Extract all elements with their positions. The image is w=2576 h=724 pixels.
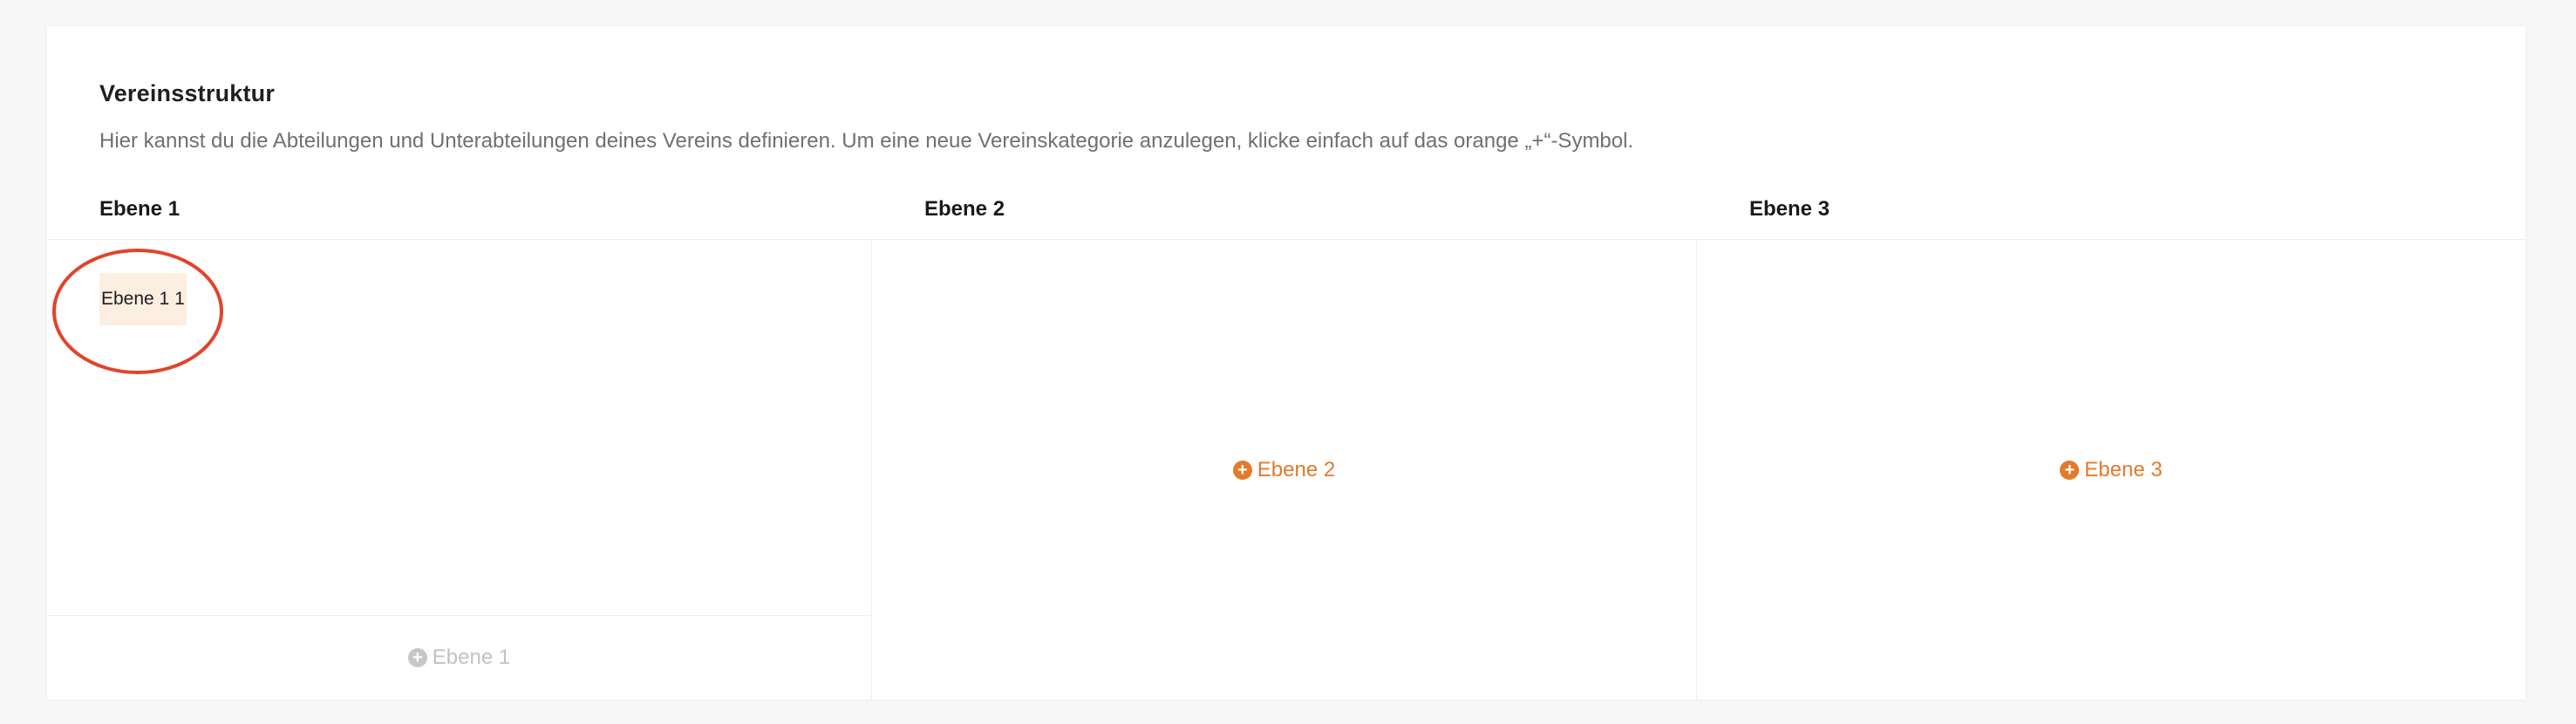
column-header-level-3: Ebene 3 [1749,197,1830,221]
add-level-1-button[interactable]: + Ebene 1 [403,642,515,673]
plus-circle-icon: + [2060,460,2080,480]
level-1-item[interactable]: Ebene 1 1 [99,273,187,325]
level-1-column: Ebene 1 1 + Ebene 1 [47,240,872,700]
level-3-empty-state: + Ebene 3 [1697,240,2525,700]
level-1-footer: + Ebene 1 [47,615,871,700]
add-level-3-label: Ebene 3 [2084,457,2163,482]
column-header-level-2: Ebene 2 [924,197,1005,221]
section-description: Hier kannst du die Abteilungen und Unter… [99,129,1634,153]
club-structure-card: Vereinsstruktur Hier kannst du die Abtei… [47,26,2525,700]
add-level-2-label: Ebene 2 [1257,457,1336,482]
plus-circle-icon: + [1232,460,1252,480]
level-2-empty-state: + Ebene 2 [872,240,1696,700]
add-level-2-button[interactable]: + Ebene 2 [1228,454,1340,486]
column-header-level-1: Ebene 1 [99,197,181,221]
plus-circle-icon: + [407,648,427,667]
level-2-column: + Ebene 2 [872,240,1697,700]
add-level-1-label: Ebene 1 [432,645,511,669]
section-title: Vereinsstruktur [99,80,276,106]
level-3-column: + Ebene 3 [1697,240,2525,700]
add-level-3-button[interactable]: + Ebene 3 [2055,454,2167,486]
